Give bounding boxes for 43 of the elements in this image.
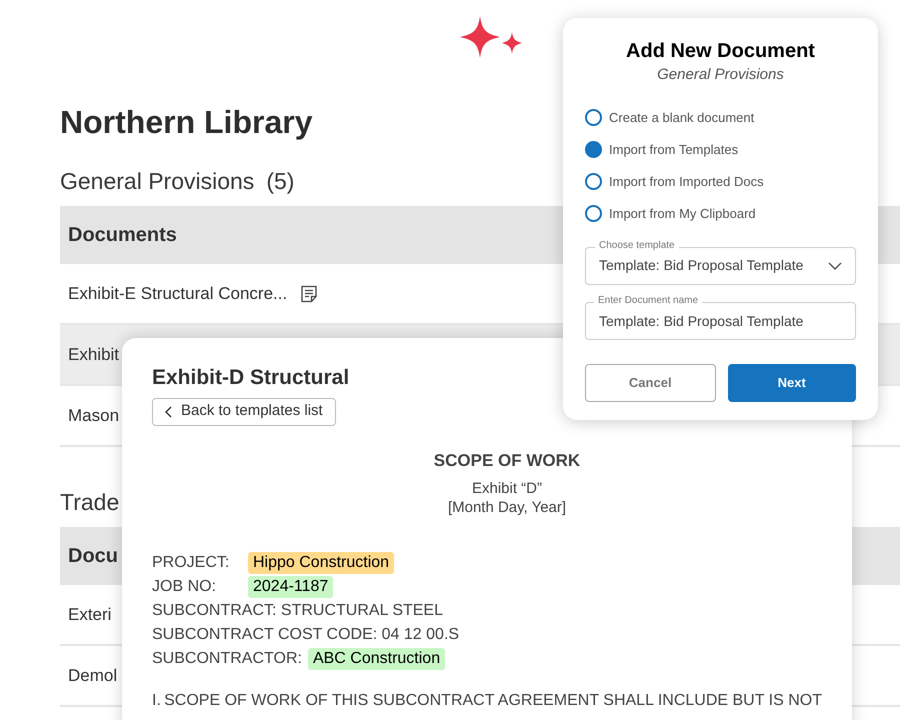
section-count: (5) [266,167,294,196]
document-name: Demol [68,664,118,687]
document-line: SUBCONTRACT COST CODE: 04 12 00.S [152,625,460,645]
field-label: JOB NO: [152,577,218,597]
document-subtitle: [Month Day, Year] [448,498,566,517]
field-value: 2024-1187 [248,576,334,598]
section-title: Trade [60,488,120,517]
chevron-down-icon [828,262,842,270]
page-title: Northern Library [60,103,312,142]
document-subtitle: Exhibit “D” [472,479,542,498]
field-value: ABC Construction [308,648,446,670]
select-label: Choose template [595,240,679,252]
column-header: Documents [68,223,177,248]
field-label: Enter Document name [594,294,702,306]
dialog-title: Add New Document [625,39,816,64]
next-button[interactable]: Next [728,364,856,402]
clause-number: I. [152,691,162,711]
radio-button[interactable] [585,109,602,126]
field-label: SUBCONTRACTOR: [152,649,302,669]
document-name: Exhibit-E Structural Concre... [68,282,288,305]
radio-button[interactable] [585,173,602,190]
section-title: General Provisions [60,167,254,196]
radio-option[interactable]: Import from Templates [585,140,856,158]
field-value: Hippo Construction [248,552,394,574]
document-heading: SCOPE OF WORK [434,450,580,472]
cancel-button[interactable]: Cancel [585,364,716,402]
radio-option[interactable]: Import from My Clipboard [585,204,856,222]
document-name: Mason [68,404,120,427]
radio-option[interactable]: Create a blank document [585,108,856,126]
preview-title: Exhibit-D Structural [152,365,350,391]
dialog-subtitle: General Provisions [656,65,785,85]
back-button[interactable]: Back to templates list [152,398,336,426]
chevron-left-icon [165,406,173,418]
document-name: Exteri [68,604,112,626]
document-line: SUBCONTRACT: STRUCTURAL STEEL [152,601,444,621]
column-header: Docu [68,544,118,569]
clause-text: SCOPE OF WORK OF THIS SUBCONTRACT AGREEMENT SHALL INCLUDE BUT IS NOT [164,691,822,711]
radio-button[interactable] [585,205,602,222]
radio-option[interactable]: Import from Imported Docs [585,172,856,190]
document-name: Exhibit [68,344,120,366]
note-icon [299,284,320,304]
field-label: PROJECT: [152,553,230,573]
radio-button[interactable] [585,141,602,158]
